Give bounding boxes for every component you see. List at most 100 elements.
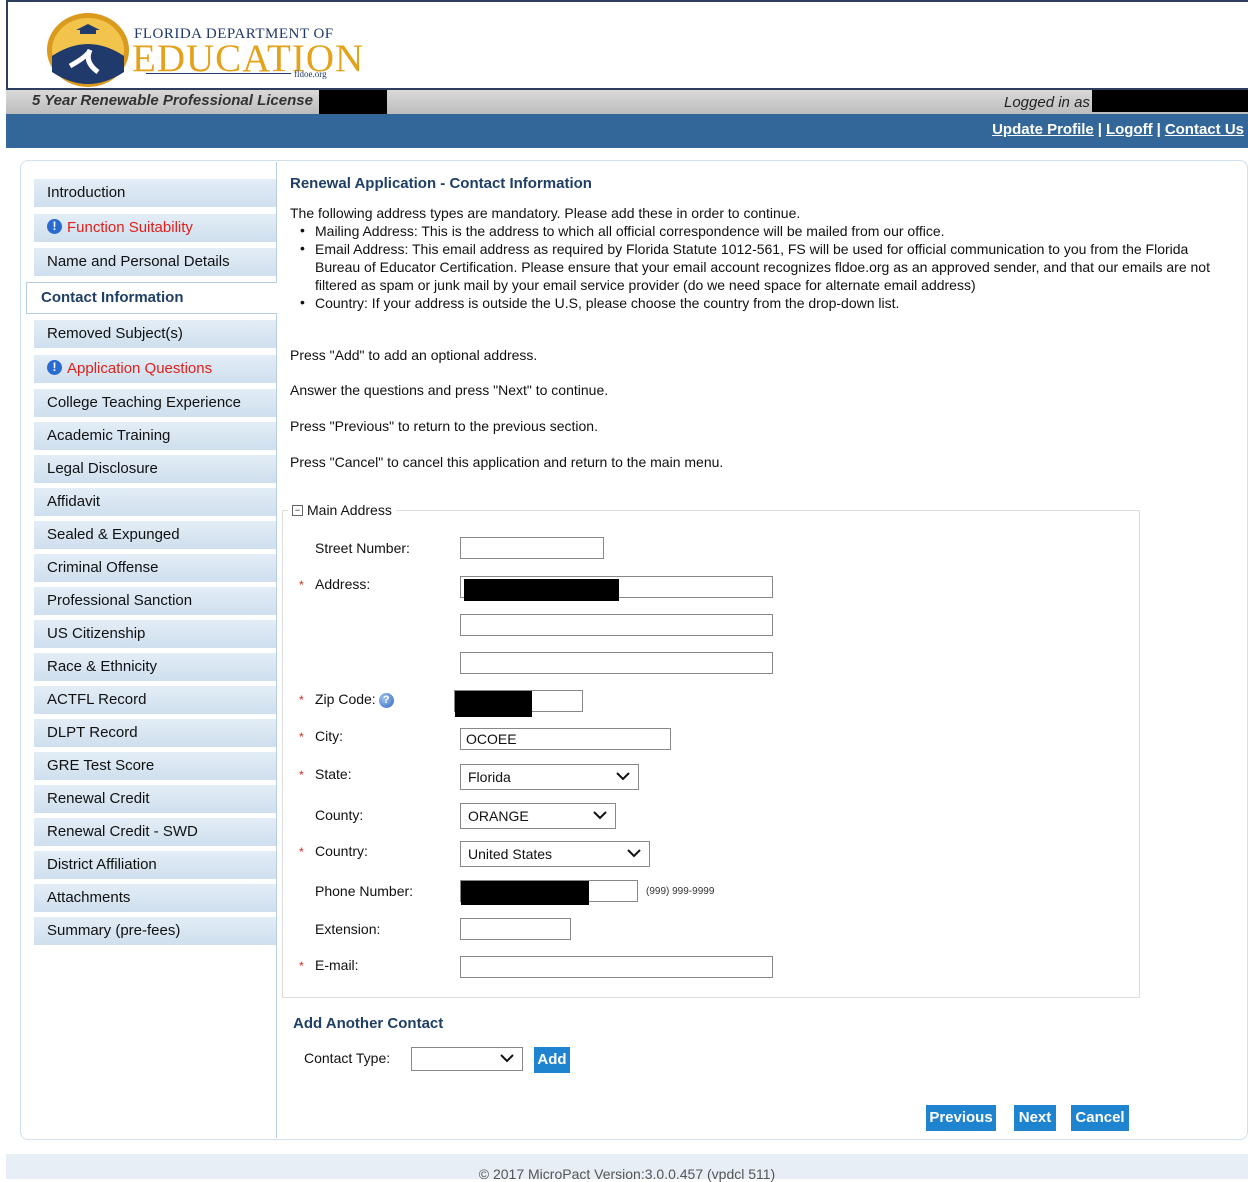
legend-label: Main Address [307, 502, 392, 518]
add-contact-button[interactable]: Add [534, 1047, 570, 1073]
sidebar-item-district-affiliation[interactable]: District Affiliation [34, 851, 276, 879]
address-label: Address: [315, 576, 371, 592]
bullet-marker: • [300, 240, 305, 256]
sidebar-item-label: GRE Test Score [47, 757, 155, 774]
sidebar-item-attachments[interactable]: Attachments [34, 884, 276, 912]
sidebar-item-renewal-credit-swd[interactable]: Renewal Credit - SWD [34, 818, 276, 846]
state-select[interactable]: Florida [460, 764, 639, 790]
sidebar-item-race-ethnicity[interactable]: Race & Ethnicity [34, 653, 276, 681]
sidebar-item-sealed-expunged[interactable]: Sealed & Expunged [34, 521, 276, 549]
bullet-marker: • [300, 294, 305, 310]
street-number-input[interactable] [460, 537, 604, 559]
collapse-icon[interactable]: − [292, 504, 303, 516]
sidebar-item-label: DLPT Record [47, 724, 138, 741]
county-select[interactable]: ORANGE [460, 803, 616, 829]
state-label: State: [315, 766, 352, 782]
county-label: County: [315, 807, 364, 823]
sidebar-item-removed-subjects[interactable]: Removed Subject(s) [34, 320, 276, 348]
sidebar-item-name-and-personal-details[interactable]: Name and Personal Details [34, 248, 276, 276]
sidebar-item-us-citizenship[interactable]: US Citizenship [34, 620, 276, 648]
redacted-address [464, 579, 619, 601]
sidebar-item-label: Name and Personal Details [47, 253, 230, 270]
sidebar-item-label: Function Suitability [67, 219, 193, 236]
required-marker: * [299, 693, 304, 707]
nav-links: Update Profile | Logoff | Contact Us [992, 121, 1244, 138]
sidebar-item-function-suitability[interactable]: ! Function Suitability [34, 214, 276, 242]
extension-input[interactable] [460, 918, 571, 940]
sidebar-item-renewal-credit[interactable]: Renewal Credit [34, 785, 276, 813]
zip-code-input[interactable] [454, 690, 583, 717]
mandatory-intro: The following address types are mandator… [290, 205, 801, 221]
county-selected-value: ORANGE [468, 808, 529, 824]
country-select[interactable]: United States [460, 841, 650, 867]
state-selected-value: Florida [468, 769, 511, 785]
mailing-address-note: Mailing Address: This is the address to … [315, 223, 945, 239]
required-marker: * [299, 768, 304, 782]
page-footer: © 2017 MicroPact Version:3.0.0.457 (vpdc… [6, 1154, 1248, 1182]
sidebar-item-application-questions[interactable]: ! Application Questions [34, 355, 276, 383]
required-marker: * [299, 730, 304, 744]
sidebar-item-label: Professional Sanction [47, 592, 193, 609]
bullet-marker: • [300, 222, 305, 238]
email-address-note: Email Address: This email address as req… [315, 241, 1210, 293]
logo-url-text: fldoe.org [294, 69, 327, 79]
sidebar-item-actfl-record[interactable]: ACTFL Record [34, 686, 276, 714]
logo-main-text: EDUCATION [132, 37, 365, 80]
email-label: E-mail: [315, 957, 359, 973]
instruction-next: Answer the questions and press "Next" to… [290, 382, 609, 398]
sidebar-item-introduction[interactable]: Introduction [34, 179, 276, 207]
contact-type-label: Contact Type: [304, 1050, 391, 1066]
sidebar-item-label: District Affiliation [47, 856, 157, 873]
sidebar-item-summary-pre-fees[interactable]: Summary (pre-fees) [34, 917, 276, 945]
address-line-3-input[interactable] [460, 652, 773, 674]
address-line-2-input[interactable] [460, 614, 773, 636]
logoff-link[interactable]: Logoff [1106, 121, 1153, 138]
sidebar-item-label: College Teaching Experience [47, 394, 242, 411]
main-address-legend[interactable]: − Main Address [288, 502, 396, 518]
street-number-label: Street Number: [315, 540, 410, 556]
address-line-1-input[interactable] [460, 576, 773, 601]
chevron-down-icon [627, 849, 641, 858]
sidebar-item-label: Renewal Credit - SWD [47, 823, 198, 840]
cancel-button[interactable]: Cancel [1071, 1105, 1129, 1131]
redacted-username [1092, 90, 1248, 112]
phone-format-hint: (999) 999-9999 [646, 886, 715, 897]
sidebar-item-label: Race & Ethnicity [47, 658, 158, 675]
contact-us-link[interactable]: Contact Us [1165, 121, 1244, 138]
help-icon[interactable]: ? [378, 692, 394, 708]
sidebar-item-label: Academic Training [47, 427, 171, 444]
city-label: City: [315, 728, 343, 744]
exclamation-circle-icon: ! [47, 219, 62, 235]
license-title: 5 Year Renewable Professional License [32, 92, 313, 109]
sidebar-item-criminal-offense[interactable]: Criminal Offense [34, 554, 276, 582]
sidebar-item-legal-disclosure[interactable]: Legal Disclosure [34, 455, 276, 483]
top-nav-bar: Update Profile | Logoff | Contact Us [6, 114, 1248, 148]
sidebar-item-label: Application Questions [67, 360, 213, 377]
logo-rule [146, 73, 291, 74]
next-button[interactable]: Next [1014, 1105, 1056, 1131]
phone-number-input[interactable] [460, 880, 638, 905]
sidebar-item-label: Renewal Credit [47, 790, 150, 807]
sidebar-item-college-teaching-experience[interactable]: College Teaching Experience [34, 389, 276, 417]
contact-type-select[interactable] [411, 1047, 523, 1071]
sidebar-item-label: Contact Information [41, 289, 184, 306]
sidebar-item-dlpt-record[interactable]: DLPT Record [34, 719, 276, 747]
sidebar-item-label: Affidavit [47, 493, 101, 510]
country-note: Country: If your address is outside the … [315, 295, 900, 311]
sidebar-item-contact-information[interactable]: Contact Information [26, 282, 277, 314]
city-input[interactable]: OCOEE [460, 728, 671, 750]
exclamation-circle-icon: ! [47, 360, 62, 376]
country-label: Country: [315, 843, 368, 859]
email-input[interactable] [460, 956, 773, 978]
sidebar-item-affidavit[interactable]: Affidavit [34, 488, 276, 516]
logged-in-label: Logged in as [1004, 94, 1090, 111]
fldoe-logo[interactable]: FLORIDA DEPARTMENT OF EDUCATION fldoe.or… [46, 12, 363, 88]
update-profile-link[interactable]: Update Profile [992, 121, 1094, 138]
sidebar-item-professional-sanction[interactable]: Professional Sanction [34, 587, 276, 615]
instruction-previous: Press "Previous" to return to the previo… [290, 418, 598, 434]
previous-button[interactable]: Previous [926, 1105, 996, 1131]
sidebar-item-academic-training[interactable]: Academic Training [34, 422, 276, 450]
add-contact-title: Add Another Contact [293, 1015, 444, 1032]
chevron-down-icon [616, 772, 630, 781]
sidebar-item-gre-test-score[interactable]: GRE Test Score [34, 752, 276, 780]
